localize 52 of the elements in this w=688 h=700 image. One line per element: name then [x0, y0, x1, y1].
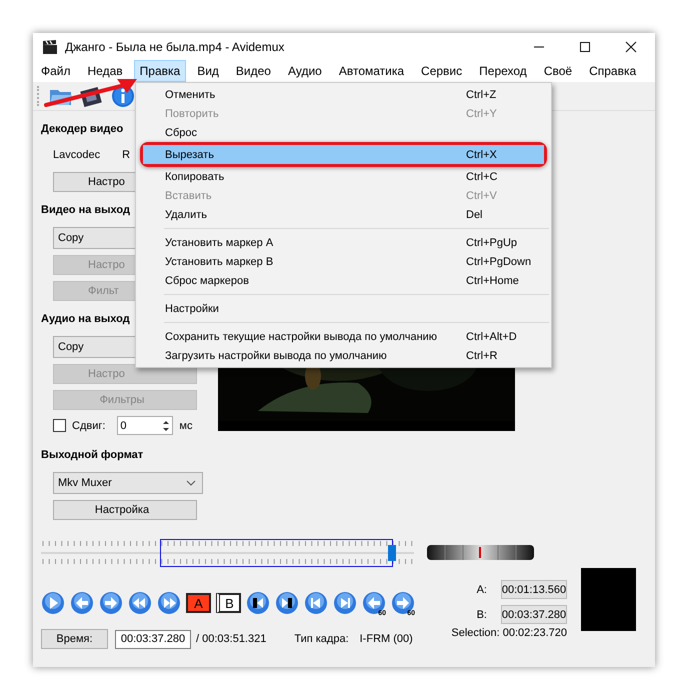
menu-item[interactable]: Недав	[82, 60, 129, 82]
codec-label: R	[122, 149, 130, 161]
section-title: Видео на выход	[41, 204, 130, 216]
marker-label: B:	[476, 608, 487, 620]
menu-item[interactable]: Переход	[473, 60, 533, 82]
spin-field[interactable]: 0	[117, 416, 174, 435]
selection-text: Selection: 00:02:23.720	[451, 627, 567, 639]
marker-label: A:	[476, 584, 487, 596]
menu-item[interactable]: Вид	[191, 60, 225, 82]
film-save-icon[interactable]	[80, 85, 104, 107]
section-title: Аудио на выход	[41, 313, 130, 325]
frame-type-label: Тип кадра:	[294, 633, 349, 645]
codec-label: Lavcodec	[53, 149, 100, 161]
menu-item[interactable]: Настройки	[136, 299, 551, 318]
playback-button[interactable]	[246, 591, 270, 615]
menu-item[interactable]: Справка	[583, 60, 642, 82]
menu-item[interactable]: Автоматика	[332, 60, 410, 82]
frame-type-value: I-FRM (00)	[360, 633, 413, 645]
menu-item[interactable]: Правка	[134, 60, 186, 82]
marker-time: 00:01:13.560	[501, 580, 567, 599]
menu-item[interactable]: Аудио	[282, 60, 328, 82]
marker-time: 00:03:37.280	[501, 605, 567, 624]
time-button[interactable]: Время:	[41, 629, 108, 649]
menu-item[interactable]: Файл	[35, 60, 77, 82]
marker-button[interactable]: B	[216, 593, 241, 613]
menu-item[interactable]: Отменить Ctrl+Z	[136, 85, 551, 104]
section-title: Выходной формат	[41, 449, 144, 461]
checkbox[interactable]	[53, 419, 66, 432]
menu-item[interactable]: Сервис	[415, 60, 468, 82]
clapperboard-icon	[42, 40, 58, 54]
settings-button[interactable]: Настройка	[53, 500, 197, 520]
window-title: Джанго - Была не была.mp4 - Avidemux	[65, 40, 284, 54]
menu-item[interactable]: Своё	[538, 60, 578, 82]
unit-label: мс	[179, 420, 192, 432]
close-icon[interactable]	[625, 40, 637, 52]
format-dropdown[interactable]: Mkv Muxer	[53, 472, 203, 494]
preview-box	[581, 568, 636, 631]
slider-thumb[interactable]	[388, 545, 396, 561]
menu-item[interactable]: Сброс	[136, 123, 551, 142]
duration-text: / 00:03:51.321	[196, 633, 266, 645]
timeline-slider[interactable]	[41, 539, 414, 567]
maximize-icon[interactable]	[579, 40, 591, 52]
chevron-down-icon	[186, 480, 196, 486]
menu-item[interactable]: Удалить Del	[136, 205, 551, 224]
shift-label: Сдвиг:	[72, 420, 106, 432]
marker-button[interactable]: A	[186, 593, 211, 613]
section-title: Декодер видео	[41, 123, 124, 135]
playback-button[interactable]	[275, 591, 299, 615]
time-field[interactable]: 00:03:37.280	[115, 630, 191, 648]
jog-wheel-drawing[interactable]	[427, 545, 534, 560]
menu-item[interactable]: Вырезать Ctrl+X	[143, 145, 544, 164]
menu-item[interactable]: Видео	[230, 60, 277, 82]
